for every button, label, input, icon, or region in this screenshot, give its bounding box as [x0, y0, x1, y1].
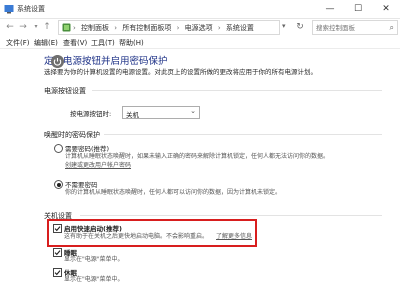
fast-startup-desc: 这有助于在关机之后更快地启动电脑。不会影响重启。	[64, 233, 209, 240]
breadcrumb-item-control-panel[interactable]: 控制面板	[81, 24, 109, 32]
radio-require-password[interactable]	[54, 144, 63, 153]
breadcrumb[interactable]: › 控制面板 › 所有控制面板项 › 电源选项 › 系统设置	[58, 20, 280, 35]
menu-edit[interactable]: 编辑(E)	[34, 38, 58, 48]
divider	[80, 215, 382, 216]
menu-file[interactable]: 文件(F)	[6, 38, 30, 48]
breadcrumb-item-system-settings[interactable]: 系统设置	[226, 24, 254, 32]
menu-help[interactable]: 帮助(H)	[119, 38, 144, 48]
search-input[interactable]	[313, 21, 389, 34]
main-content: 定义电源按钮并启用密码保护 选择要为你的计算机设置的电源设置。对此页上的设置所做…	[0, 49, 400, 283]
forward-button[interactable]: →	[17, 21, 29, 33]
hibernate-checkbox[interactable]	[53, 268, 62, 277]
create-password-link[interactable]: 创建或更改用户帐户密码	[65, 161, 131, 170]
option-require-password-desc: 计算机从睡眠状态唤醒时，如果未输入正确的密码来解除计算机锁定，任何人都无法访问你…	[65, 153, 330, 160]
power-button-action-select[interactable]: 关机 ⌄	[122, 106, 200, 119]
chevron-right-icon: ›	[114, 24, 118, 32]
search-box[interactable]: ⌕	[312, 20, 398, 35]
breadcrumb-item-power-options[interactable]: 电源选项	[185, 24, 213, 32]
menu-bar: 文件(F) 编辑(E) 查看(V) 工具(T) 帮助(H)	[0, 36, 400, 49]
control-panel-icon	[62, 23, 71, 32]
breadcrumb-item-all-items[interactable]: 所有控制面板项	[122, 24, 171, 32]
power-button-label: 按电源按钮时:	[70, 110, 112, 118]
back-button[interactable]: ←	[4, 21, 16, 33]
section-wake-password: 唤醒时的密码保护	[44, 131, 100, 139]
section-power-button: 电源按钮设置	[44, 87, 86, 95]
search-icon: ⌕	[389, 23, 394, 32]
address-bar: ← → ▾ ↑ › 控制面板 › 所有控制面板项 › 电源选项 › 系统设置 ▾…	[0, 19, 400, 35]
chevron-down-icon: ⌄	[190, 107, 196, 115]
option-no-password-desc: 你的计算机从睡眠状态唤醒时，任何人都可以访问你的数据，因为计算机未锁定。	[65, 189, 282, 196]
menu-tools[interactable]: 工具(T)	[91, 38, 115, 48]
checkmark-icon	[54, 270, 61, 276]
divider	[104, 134, 382, 135]
power-icon	[51, 55, 64, 68]
refresh-icon[interactable]: ↻	[294, 21, 306, 33]
title-bar: 系统设置 — ☐ ✕	[0, 0, 400, 19]
chevron-right-icon: ›	[176, 24, 180, 32]
window-title: 系统设置	[17, 5, 45, 13]
checkmark-icon	[54, 250, 61, 256]
select-value: 关机	[126, 110, 139, 119]
maximize-button[interactable]: ☐	[344, 0, 372, 18]
chevron-down-icon[interactable]: ▾	[282, 22, 292, 30]
fast-startup-checkbox[interactable]	[53, 224, 62, 233]
menu-view[interactable]: 查看(V)	[63, 38, 87, 48]
minimize-button[interactable]: —	[316, 0, 344, 18]
page-description: 选择要为你的计算机设置的电源设置。对此页上的设置所做的更改将应用于你的所有电源计…	[44, 68, 317, 76]
learn-more-link[interactable]: 了解更多信息	[216, 232, 252, 241]
radio-no-password[interactable]	[54, 180, 63, 189]
system-settings-icon	[4, 5, 14, 14]
sleep-checkbox[interactable]	[53, 248, 62, 257]
chevron-right-icon: ›	[73, 24, 76, 32]
chevron-right-icon: ›	[217, 24, 221, 32]
checkmark-icon	[54, 226, 61, 232]
up-button[interactable]: ↑	[41, 21, 53, 33]
sleep-desc: 显示在"电源"菜单中。	[64, 256, 124, 263]
close-button[interactable]: ✕	[372, 0, 400, 18]
divider	[92, 90, 382, 91]
